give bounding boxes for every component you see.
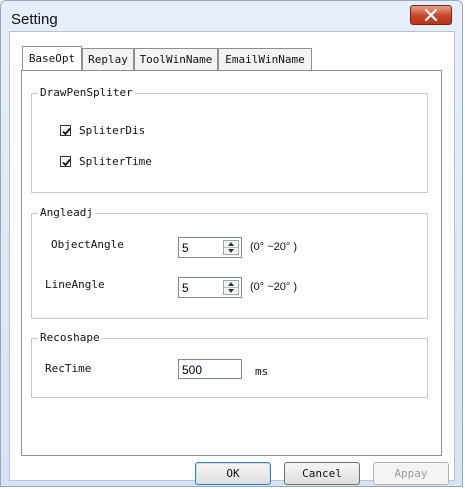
- spin-up-button[interactable]: [224, 241, 238, 248]
- tab-label: Replay: [88, 53, 128, 66]
- arrow-down-icon: [228, 249, 234, 253]
- window-title: Setting: [11, 11, 58, 28]
- lineangle-value: 5: [182, 281, 189, 295]
- close-button[interactable]: [410, 5, 452, 25]
- objectangle-value: 5: [182, 241, 189, 255]
- arrow-up-icon: [228, 282, 234, 286]
- arrow-up-icon: [228, 242, 234, 246]
- close-icon: [424, 9, 438, 21]
- arrow-down-icon: [228, 289, 234, 293]
- apply-label: Appay: [394, 467, 428, 480]
- tab-replay[interactable]: Replay: [82, 48, 134, 70]
- apply-button[interactable]: Appay: [373, 462, 449, 485]
- spin-down-button[interactable]: [224, 248, 238, 254]
- lineangle-spinbox[interactable]: 5: [178, 277, 242, 298]
- spin-up-button[interactable]: [224, 281, 238, 288]
- tab-label: ToolWinName: [139, 53, 213, 66]
- group-angleadj: Angleadj ObjectAngle 5 (0° ~20° ) LineAn…: [31, 206, 428, 319]
- objectangle-label: ObjectAngle: [51, 238, 124, 251]
- rectime-value: 500: [182, 363, 203, 377]
- checkmark-icon: [62, 127, 71, 136]
- rectime-unit: ms: [255, 365, 269, 378]
- lineangle-range: (0° ~20° ): [250, 281, 298, 293]
- splitertime-label: SpliterTime: [79, 155, 152, 168]
- ok-label: OK: [226, 467, 240, 480]
- rectime-input[interactable]: 500: [178, 359, 242, 379]
- group-legend: Recoshape: [38, 331, 102, 345]
- tab-label: EmailWinName: [225, 53, 305, 66]
- tab-emailwinname[interactable]: EmailWinName: [218, 48, 312, 70]
- rectime-label: RecTime: [45, 362, 92, 375]
- lineangle-label: LineAngle: [45, 278, 105, 291]
- tab-baseopt[interactable]: BaseOpt: [22, 46, 82, 71]
- spin-down-button[interactable]: [224, 288, 238, 294]
- group-legend: Angleadj: [38, 206, 95, 220]
- title-bar[interactable]: Setting: [1, 1, 464, 31]
- spliterdis-checkbox[interactable]: [60, 125, 71, 136]
- cancel-label: Cancel: [302, 467, 342, 480]
- spin-buttons: [223, 240, 239, 255]
- ok-button[interactable]: OK: [195, 462, 271, 485]
- objectangle-range: (0° ~20° ): [250, 241, 298, 253]
- group-drawpenspliter: DrawPenSpliter SpliterDis SpliterTime: [31, 86, 428, 193]
- tab-label: BaseOpt: [28, 52, 76, 65]
- group-recoshape: Recoshape RecTime 500 ms: [31, 331, 428, 398]
- tab-panel-baseopt: DrawPenSpliter SpliterDis SpliterTime An…: [21, 70, 442, 456]
- objectangle-spinbox[interactable]: 5: [178, 237, 242, 258]
- spin-buttons: [223, 280, 239, 295]
- cancel-button[interactable]: Cancel: [284, 462, 360, 485]
- checkmark-icon: [62, 158, 71, 167]
- splitertime-checkbox[interactable]: [60, 156, 71, 167]
- tab-toolwinname[interactable]: ToolWinName: [134, 48, 218, 70]
- group-legend: DrawPenSpliter: [38, 86, 135, 100]
- spliterdis-label: SpliterDis: [79, 124, 146, 137]
